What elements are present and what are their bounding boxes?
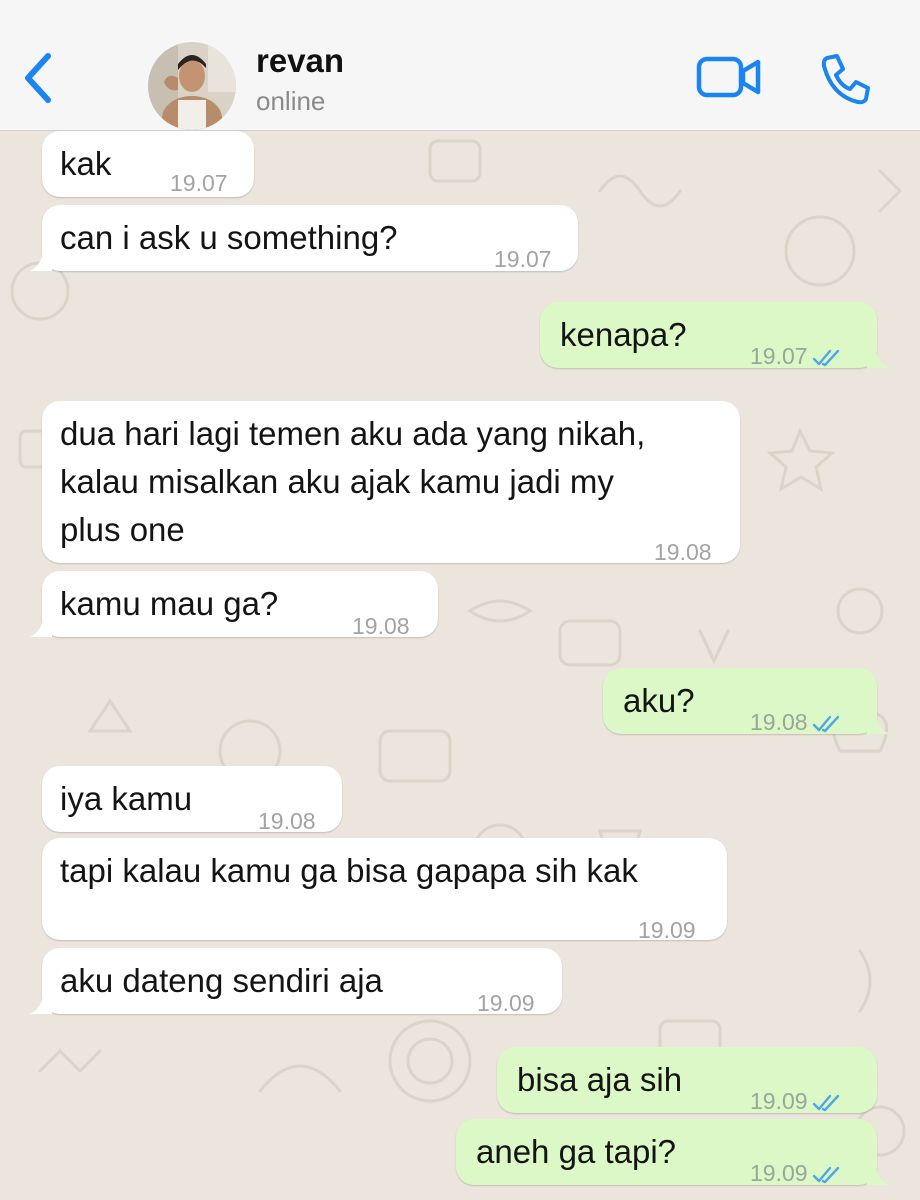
contact-name[interactable]: revan — [256, 42, 344, 80]
message-line: aneh ga tapi? — [476, 1133, 677, 1170]
message-timestamp: 19.07 — [494, 235, 552, 283]
phone-icon — [821, 54, 870, 105]
message-line: bisa aja sih — [517, 1061, 683, 1098]
bubble-tail — [30, 992, 52, 1014]
message-line: kalau misalkan aku ajak kamu jadi my — [60, 463, 614, 500]
incoming-message-bubble[interactable]: iya kamu 19.08 — [42, 766, 342, 834]
message-text: aneh ga tapi? — [476, 1128, 676, 1176]
outgoing-message-bubble[interactable]: aneh ga tapi? 19.09 — [456, 1119, 889, 1186]
double-check-icon — [812, 1094, 839, 1112]
video-call-button[interactable] — [696, 54, 762, 100]
message-timestamp: 19.09 — [750, 1149, 842, 1197]
message-line: aku dateng sendiri aja — [60, 962, 383, 999]
message-text: dua hari lagi temen aku ada yang nikah, k… — [60, 410, 645, 554]
chat-screen: revan online kak 19.07 can i ask u somet… — [0, 0, 920, 1200]
message-line: kak — [60, 145, 112, 182]
message-timestamp: 19.08 — [654, 528, 712, 576]
message-line: can i ask u something? — [60, 219, 398, 256]
timestamp-text: 19.08 — [750, 709, 808, 735]
bubble-tail — [867, 712, 889, 734]
bubble-tail — [30, 249, 52, 271]
contact-status: online — [256, 86, 326, 116]
timestamp-text: 19.09 — [750, 1088, 808, 1114]
timestamp-text: 19.08 — [654, 539, 712, 565]
double-check-icon — [812, 1166, 839, 1184]
message-text: kenapa? — [560, 311, 687, 359]
timestamp-text: 19.08 — [258, 808, 316, 834]
timestamp-text: 19.09 — [750, 1160, 808, 1186]
message-text: can i ask u something? — [60, 214, 398, 262]
outgoing-message-bubble[interactable]: kenapa? 19.07 — [540, 302, 889, 369]
incoming-message-bubble[interactable]: aku dateng sendiri aja 19.09 — [30, 948, 562, 1016]
message-text: kamu mau ga? — [60, 580, 278, 628]
message-line: kenapa? — [560, 316, 687, 353]
message-text: kak — [60, 140, 111, 188]
incoming-message-bubble[interactable]: kamu mau ga? 19.08 — [30, 571, 438, 639]
message-text: aku? — [623, 677, 695, 725]
bubble-tail — [867, 346, 889, 368]
message-timestamp: 19.08 — [750, 698, 842, 746]
chevron-left-icon — [25, 53, 51, 103]
message-text: iya kamu — [60, 775, 192, 823]
message-timestamp: 19.09 — [638, 906, 696, 954]
message-text: bisa aja sih — [517, 1056, 682, 1104]
incoming-message-bubble[interactable]: tapi kalau kamu ga bisa gapapa sih kak 19… — [42, 838, 727, 943]
timestamp-text: 19.09 — [477, 990, 535, 1016]
message-timestamp: 19.09 — [477, 979, 535, 1027]
double-check-icon — [812, 715, 839, 733]
message-line: iya kamu — [60, 780, 193, 817]
message-timestamp: 19.09 — [750, 1077, 842, 1125]
video-camera-icon — [696, 56, 761, 98]
message-line: plus one — [60, 511, 185, 548]
outgoing-message-bubble[interactable]: bisa aja sih 19.09 — [497, 1047, 877, 1114]
voice-call-button[interactable] — [818, 52, 872, 106]
message-line: aku? — [623, 682, 695, 719]
incoming-message-bubble[interactable]: dua hari lagi temen aku ada yang nikah, k… — [42, 401, 740, 565]
chat-wallpaper — [10, 139, 906, 1173]
message-list[interactable]: kak 19.07 can i ask u something? 19.07 kenap… — [0, 131, 920, 1200]
message-text: tapi kalau kamu ga bisa gapapa sih kak — [60, 847, 638, 895]
incoming-message-bubble[interactable]: kak 19.07 — [42, 131, 254, 197]
timestamp-text: 19.09 — [638, 917, 696, 943]
bubble-tail — [867, 1163, 889, 1185]
message-text: aku dateng sendiri aja — [60, 957, 383, 1005]
outgoing-message-bubble[interactable]: aku? 19.08 — [603, 668, 889, 735]
avatar-photo — [148, 42, 236, 130]
timestamp-text: 19.07 — [494, 246, 552, 272]
double-check-icon — [812, 349, 839, 367]
bubble-tail — [30, 615, 52, 637]
incoming-message-bubble[interactable]: can i ask u something? 19.07 — [30, 205, 578, 272]
message-line: tapi kalau kamu ga bisa gapapa sih kak — [60, 852, 638, 889]
message-timestamp: 19.07 — [750, 332, 842, 380]
message-line: kamu mau ga? — [60, 585, 279, 622]
message-timestamp: 19.07 — [170, 159, 228, 207]
back-button[interactable] — [20, 50, 58, 106]
avatar[interactable] — [148, 42, 236, 130]
message-timestamp: 19.08 — [352, 602, 410, 650]
chat-header: revan online — [0, 0, 920, 131]
message-line: dua hari lagi temen aku ada yang nikah, — [60, 415, 646, 452]
timestamp-text: 19.07 — [750, 343, 808, 369]
timestamp-text: 19.07 — [170, 170, 228, 196]
timestamp-text: 19.08 — [352, 613, 410, 639]
